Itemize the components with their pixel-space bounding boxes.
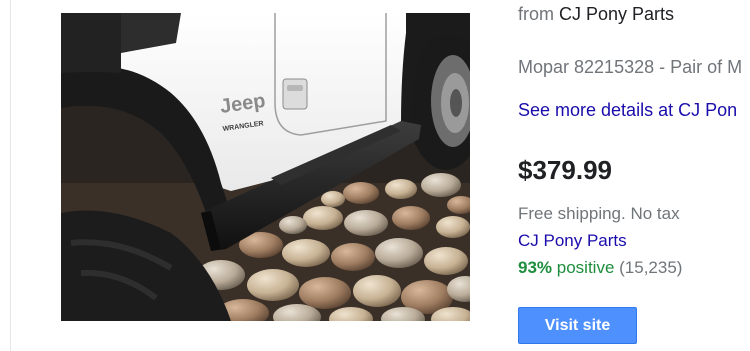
offer-details: from CJ Pony Parts Mopar 82215328 - Pair… [518,0,750,351]
seller-rating: 93% positive (15,235) [518,258,682,278]
shipping-info: Free shipping. No tax [518,204,680,223]
price: $379.99 [518,155,612,185]
from-prefix: from [518,4,554,24]
rating-count: (15,235) [619,258,683,277]
from-line: from CJ Pony Parts [518,4,674,25]
panel-divider [10,0,11,351]
shopping-offer-panel: Jeep WRANGLER from CJ Pony Parts Mopar 8… [0,0,750,351]
product-image[interactable]: Jeep WRANGLER [61,13,470,321]
visit-site-button[interactable]: Visit site [518,307,637,344]
product-description: Mopar 82215328 - Pair of M [518,57,743,77]
merchant-link[interactable]: CJ Pony Parts [518,231,627,251]
see-more-details-link[interactable]: See more details at CJ Pon [518,100,737,121]
seller-name: CJ Pony Parts [559,4,675,24]
rating-percent: 93% [518,258,553,277]
rating-label: positive [556,258,615,277]
